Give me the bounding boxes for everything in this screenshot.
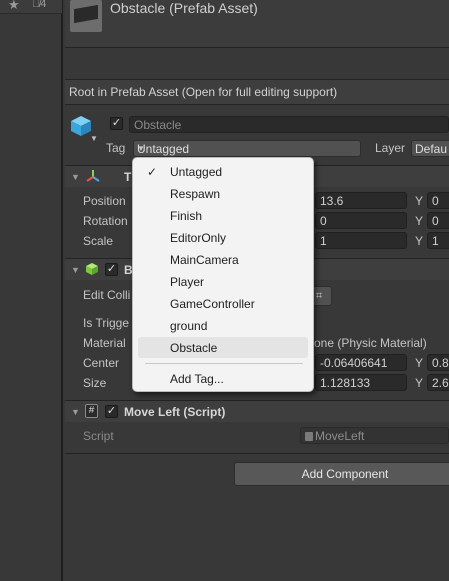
center-x-field[interactable]: -0.06406641 [315, 354, 407, 371]
hierarchy-row-strip: ★ 👁̸4 [0, 0, 62, 14]
center-y-field[interactable]: 0.8 [427, 354, 449, 371]
material-value[interactable]: one (Physic Material) [314, 336, 427, 350]
position-y-field[interactable]: 0 [427, 192, 449, 209]
scale-y-field[interactable]: 1 [427, 232, 449, 249]
script-value: MoveLeft [315, 429, 365, 443]
script-hash-icon: # [85, 404, 98, 418]
favorite-star-icon[interactable]: ★ [8, 0, 20, 13]
icon-picker-arrow-icon[interactable]: ▼ [90, 134, 98, 143]
tag-option-untagged[interactable]: ✓ Untagged [138, 161, 308, 182]
rotation-x-field[interactable]: 0 [315, 212, 407, 229]
rotation-label: Rotation [83, 214, 128, 228]
gameobject-cube-icon [71, 116, 91, 136]
tag-dropdown-menu: ✓ Untagged Respawn Finish EditorOnly Mai… [132, 157, 314, 392]
root-in-prefab-bar: Root in Prefab Asset (Open for full edit… [65, 79, 449, 105]
rotation-y-field[interactable]: 0 [427, 212, 449, 229]
position-x-field[interactable]: 13.6 [315, 192, 407, 209]
layer-label: Layer [375, 141, 406, 155]
tag-option-finish[interactable]: Finish [138, 205, 308, 226]
box-collider-icon [86, 263, 98, 275]
scale-y-axis-label: Y [415, 234, 424, 248]
add-component-button[interactable]: Add Component [234, 462, 449, 486]
transform-foldout-icon[interactable]: ▼ [71, 172, 80, 182]
script-field: MoveLeft [300, 427, 449, 444]
size-y-field[interactable]: 2.6 [427, 374, 449, 391]
center-label: Center [83, 356, 120, 370]
tag-option-ground[interactable]: ground [138, 315, 308, 336]
gameobject-name-field[interactable]: Obstacle [129, 116, 449, 133]
dropdown-separator [145, 363, 303, 364]
size-label: Size [83, 376, 107, 390]
script-label: Script [83, 429, 114, 443]
prefab-title: Obstacle (Prefab Asset) [110, 0, 258, 16]
add-tag-option[interactable]: Add Tag... [138, 368, 308, 389]
visibility-eye-icon[interactable]: 👁̸4 [32, 0, 46, 10]
material-label: Material [83, 336, 126, 350]
layer-dropdown[interactable]: Defau [411, 140, 449, 157]
scale-x-field[interactable]: 1 [315, 232, 407, 249]
gameobject-active-checkbox[interactable]: ✓ [110, 117, 123, 130]
tag-option-editoronly[interactable]: EditorOnly [138, 227, 308, 248]
edit-collider-label: Edit Colli [83, 288, 131, 302]
scale-label: Scale [83, 234, 114, 248]
layer-value: Defau [415, 142, 448, 156]
position-label: Position [83, 194, 126, 208]
checkmark-icon: ✓ [147, 165, 158, 179]
transform-title: T [124, 170, 132, 184]
transform-axes-icon [86, 170, 100, 182]
move-left-header[interactable] [65, 400, 449, 422]
box-collider-foldout-icon[interactable]: ▼ [71, 265, 80, 275]
visibility-count: 4 [40, 0, 47, 10]
prefab-thumbnail [70, 0, 102, 32]
tag-label: Tag [106, 141, 126, 155]
tag-option-maincamera[interactable]: MainCamera [138, 249, 308, 270]
box-collider-enabled-checkbox[interactable]: ✓ [105, 263, 118, 276]
tag-dropdown[interactable]: Untagged ▼ [133, 140, 361, 157]
tag-option-player[interactable]: Player [138, 271, 308, 292]
script-file-icon [305, 432, 313, 441]
is-trigger-label: Is Trigge [83, 316, 130, 330]
size-x-field[interactable]: 1.128133 [315, 374, 407, 391]
rotation-y-axis-label: Y [415, 214, 424, 228]
components-divider [65, 453, 449, 454]
position-y-axis-label: Y [415, 194, 424, 208]
move-left-title: Move Left (Script) [124, 405, 226, 419]
tag-option-respawn[interactable]: Respawn [138, 183, 308, 204]
center-y-axis-label: Y [415, 356, 424, 370]
chevron-down-icon: ▼ [137, 144, 145, 153]
hierarchy-panel [0, 0, 63, 581]
tag-option-gamecontroller[interactable]: GameController [138, 293, 308, 314]
move-left-enabled-checkbox[interactable]: ✓ [105, 405, 118, 418]
gameobject-name: Obstacle [134, 118, 182, 132]
root-bar-text: Root in Prefab Asset (Open for full edit… [69, 85, 338, 99]
move-left-foldout-icon[interactable]: ▼ [71, 407, 80, 417]
size-y-axis-label: Y [415, 376, 424, 390]
tag-option-obstacle[interactable]: Obstacle [138, 337, 308, 358]
